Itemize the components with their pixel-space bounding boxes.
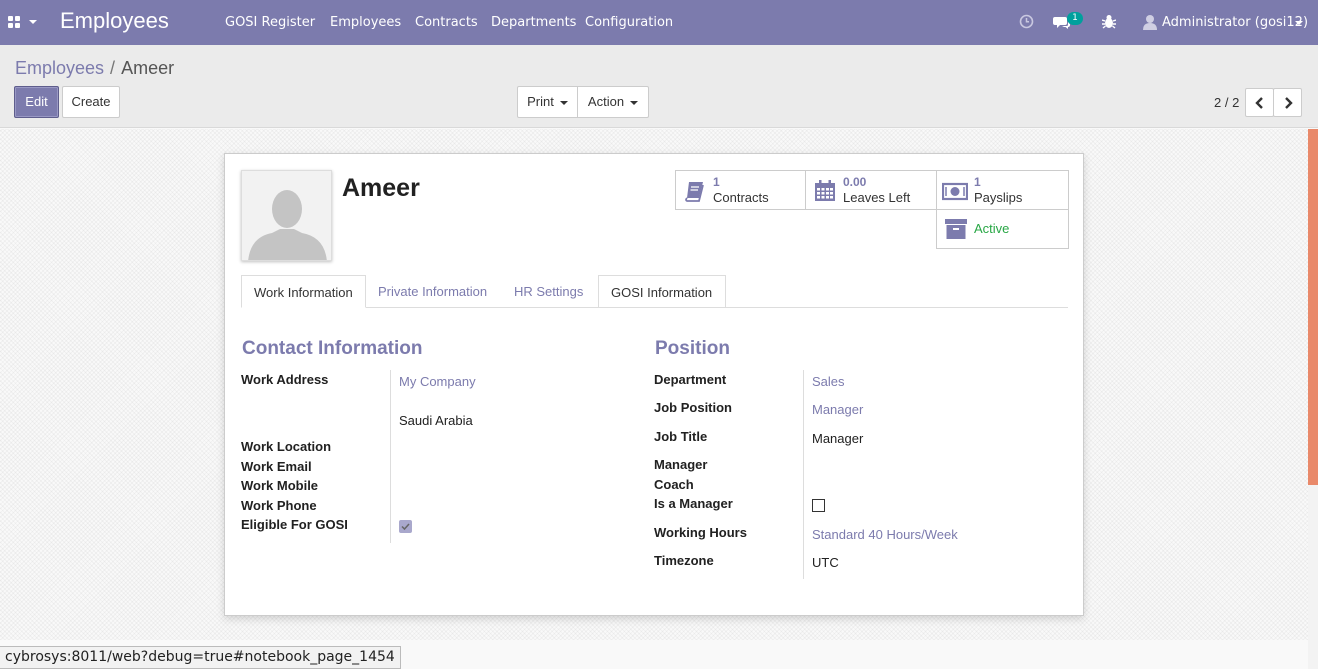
job-position-link[interactable]: Manager	[812, 402, 863, 417]
form-tabs: Work Information Private Information HR …	[241, 275, 1068, 308]
user-menu[interactable]: Administrator (gosi12)	[1162, 15, 1308, 30]
apps-menu-button[interactable]	[8, 13, 38, 33]
action-label: Action	[587, 94, 625, 109]
create-button[interactable]: Create	[62, 86, 120, 118]
coach-label: Coach	[654, 477, 694, 492]
eligible-gosi-checkbox[interactable]	[399, 520, 412, 533]
chevron-down-icon	[1295, 21, 1303, 25]
contact-information-title: Contact Information	[242, 338, 423, 359]
messages-count-badge: 1	[1067, 12, 1083, 25]
menu-departments[interactable]: Departments	[491, 15, 576, 30]
pager-value[interactable]: 2 / 2	[1214, 95, 1239, 110]
employee-name: Ameer	[342, 174, 420, 202]
chevron-down-icon	[29, 20, 37, 24]
payslips-label: Payslips	[974, 190, 1023, 205]
work-address-label: Work Address	[241, 372, 329, 387]
money-icon	[942, 182, 968, 201]
contracts-label: Contracts	[713, 190, 769, 205]
contact-divider	[390, 370, 391, 543]
employee-form-sheet: Ameer 1 Contracts 0.00 Leaves Left 1 Pay…	[224, 153, 1084, 616]
apps-icon	[8, 16, 13, 21]
chevron-down-icon	[630, 100, 639, 105]
menu-gosi-register[interactable]: GOSI Register	[225, 15, 315, 30]
job-title-value: Manager	[812, 431, 864, 446]
book-icon	[685, 182, 704, 202]
department-link[interactable]: Sales	[812, 374, 845, 389]
timezone-value: UTC	[812, 555, 839, 570]
tab-hr-settings[interactable]: HR Settings	[502, 275, 595, 308]
edit-button[interactable]: Edit	[14, 86, 59, 118]
payslips-count: 1	[974, 175, 981, 189]
menu-configuration[interactable]: Configuration	[585, 15, 673, 30]
action-dropdown-button[interactable]: Action	[577, 86, 649, 118]
work-email-label: Work Email	[241, 459, 312, 474]
timezone-label: Timezone	[654, 553, 714, 568]
working-hours-link[interactable]: Standard 40 Hours/Week	[812, 527, 958, 542]
eligible-gosi-label: Eligible For GOSI	[241, 517, 348, 532]
menu-contracts[interactable]: Contracts	[415, 15, 478, 30]
calendar-icon	[815, 180, 835, 201]
work-address-country: Saudi Arabia	[399, 413, 473, 428]
position-title: Position	[655, 338, 730, 359]
chevron-down-icon	[559, 100, 568, 105]
active-status-label: Active	[974, 221, 1010, 236]
contracts-count: 1	[713, 175, 720, 189]
status-bar-url: cybrosys:8011/web?debug=true#notebook_pa…	[0, 646, 401, 669]
tab-work-information[interactable]: Work Information	[241, 275, 366, 308]
position-divider	[803, 370, 804, 579]
breadcrumb: Employees / Ameer	[15, 58, 174, 79]
contracts-stat-button[interactable]: 1 Contracts	[675, 170, 806, 210]
user-icon	[1143, 15, 1157, 30]
job-position-label: Job Position	[654, 400, 732, 415]
chevron-left-icon	[1254, 97, 1263, 109]
payslips-stat-button[interactable]: 1 Payslips	[936, 170, 1069, 210]
department-label: Department	[654, 372, 727, 387]
employee-photo[interactable]	[241, 170, 332, 261]
leaves-stat-button[interactable]: 0.00 Leaves Left	[805, 170, 937, 210]
breadcrumb-current: Ameer	[121, 58, 175, 78]
archive-icon	[945, 219, 967, 239]
leaves-left-value: 0.00	[843, 175, 867, 189]
top-navbar: Employees GOSI Register Employees Contra…	[0, 0, 1318, 45]
breadcrumb-separator: /	[110, 58, 116, 78]
menu-employees[interactable]: Employees	[330, 15, 401, 30]
print-label: Print	[527, 94, 554, 109]
work-location-label: Work Location	[241, 439, 332, 454]
tab-gosi-information[interactable]: GOSI Information	[598, 275, 726, 308]
clock-icon[interactable]	[1019, 14, 1034, 29]
pager-next-button[interactable]	[1273, 88, 1302, 117]
checkmark-icon	[401, 523, 410, 531]
active-toggle-button[interactable]: Active	[936, 209, 1069, 249]
work-phone-label: Work Phone	[241, 498, 317, 513]
tab-private-information[interactable]: Private Information	[366, 275, 499, 308]
avatar-placeholder-icon	[242, 171, 331, 260]
leaves-left-label: Leaves Left	[843, 190, 911, 205]
bug-icon[interactable]	[1102, 14, 1116, 29]
app-title: Employees	[60, 8, 169, 33]
manager-label: Manager	[654, 457, 708, 472]
breadcrumb-parent[interactable]: Employees	[15, 58, 104, 78]
job-title-label: Job Title	[654, 429, 708, 444]
scrollbar-thumb[interactable]	[1308, 129, 1318, 485]
print-dropdown-button[interactable]: Print	[517, 86, 578, 118]
control-panel: Employees / Ameer Edit Create Print Action…	[0, 45, 1318, 128]
is-manager-label: Is a Manager	[654, 496, 733, 511]
work-address-company-link[interactable]: My Company	[399, 374, 476, 389]
chevron-right-icon	[1284, 97, 1293, 109]
working-hours-label: Working Hours	[654, 525, 747, 540]
work-mobile-label: Work Mobile	[241, 478, 319, 493]
is-manager-checkbox[interactable]	[812, 499, 825, 512]
pager-previous-button[interactable]	[1245, 88, 1274, 117]
